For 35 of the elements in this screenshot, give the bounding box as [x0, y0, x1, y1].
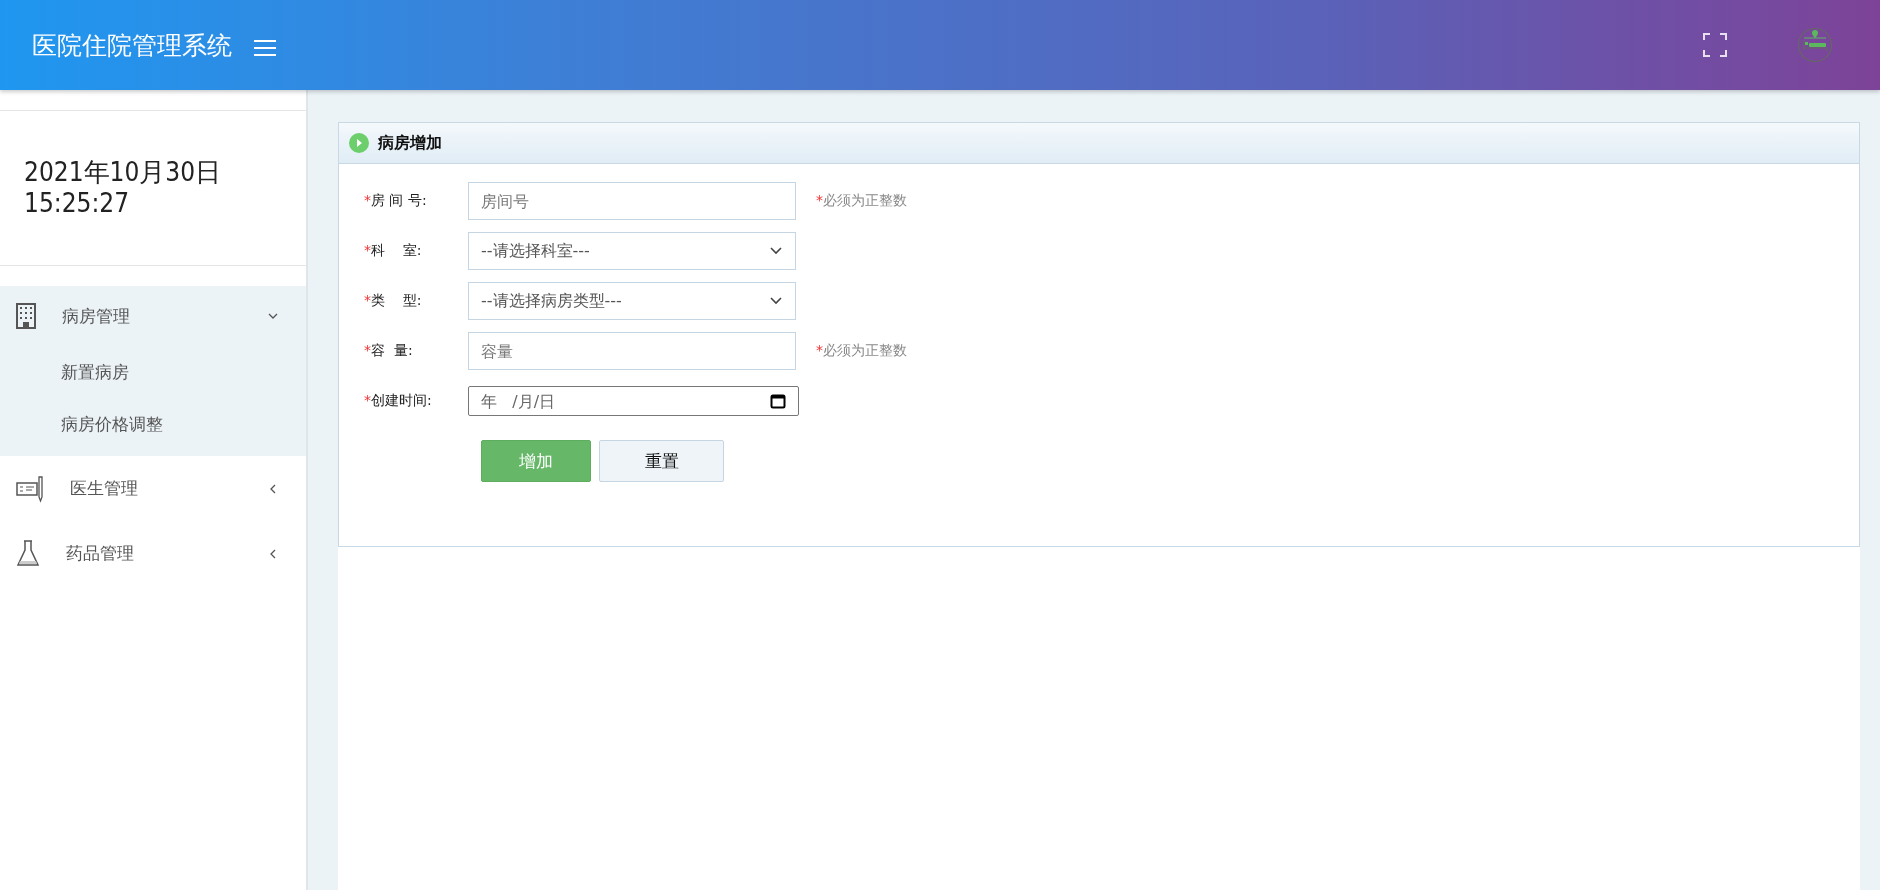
submenu-item[interactable]: 新置病房 [0, 346, 306, 398]
cheque-pen-icon [16, 474, 44, 503]
app-title: 医院住院管理系统 [32, 29, 232, 62]
time-text: 15:25:27 [24, 188, 131, 219]
menu-item[interactable]: 医生管理 [0, 456, 306, 521]
field-label: *科 室: [364, 242, 423, 260]
date-field[interactable]: 年 /月/日 [468, 386, 799, 416]
chevron-icon [268, 483, 278, 494]
field-label: *创建时间: [364, 392, 433, 410]
fullscreen-icon[interactable] [1703, 33, 1727, 57]
hint-text: *必须为正整数 [816, 192, 907, 210]
select-field[interactable]: --请选择病房类型--- [468, 282, 796, 320]
field-label: *容 量: [364, 342, 414, 360]
calendar-icon[interactable] [770, 393, 786, 409]
field-label: *房 间 号: [364, 192, 428, 210]
menu-item[interactable]: 病房管理 [0, 286, 306, 346]
menu-icon[interactable] [254, 40, 276, 56]
input-field[interactable]: 容量 [468, 332, 796, 370]
panel-title: 病房增加 [378, 132, 442, 154]
select-field[interactable]: --请选择科室--- [468, 232, 796, 270]
hint-text: *必须为正整数 [816, 342, 907, 360]
reset-button[interactable]: 重置 [599, 440, 724, 482]
bed-avatar-icon[interactable] [1797, 27, 1833, 63]
building-icon [16, 303, 36, 329]
play-icon [349, 133, 369, 153]
field-label: *类 型: [364, 292, 423, 310]
chevron-down-icon [769, 296, 783, 306]
chevron-down-icon [769, 246, 783, 256]
flask-icon [16, 539, 40, 568]
submenu-item[interactable]: 病房价格调整 [0, 398, 306, 450]
chevron-icon [268, 311, 278, 321]
date-text: 2021年10月30日 [24, 157, 223, 188]
chevron-icon [268, 548, 278, 559]
menu-item[interactable]: 药品管理 [0, 521, 306, 586]
input-field[interactable]: 房间号 [468, 182, 796, 220]
